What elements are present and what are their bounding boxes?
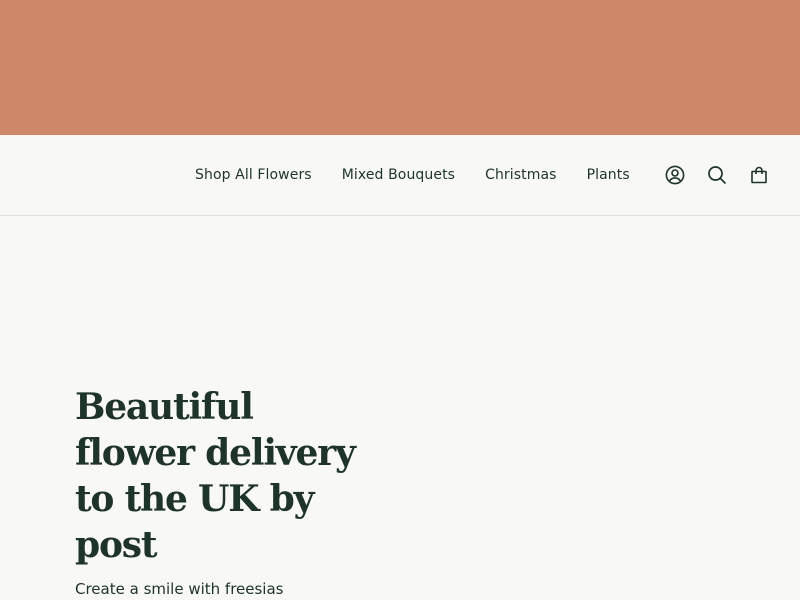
hero-title: Beautiful flower delivery to the UK by p… (75, 386, 356, 566)
nav-christmas[interactable]: Christmas (485, 167, 557, 183)
account-button[interactable] (660, 160, 690, 190)
nav-mixed-bouquets[interactable]: Mixed Bouquets (342, 167, 455, 183)
nav-plants[interactable]: Plants (587, 167, 630, 183)
header-icons (660, 135, 774, 215)
top-banner (0, 0, 800, 135)
site-header: Shop All Flowers Mixed Bouquets Christma… (0, 135, 800, 216)
cart-icon (751, 166, 767, 184)
main-nav: Shop All Flowers Mixed Bouquets Christma… (195, 135, 630, 215)
account-icon (665, 165, 685, 185)
search-icon (708, 166, 726, 184)
hero-section: Beautiful flower delivery to the UK by p… (75, 384, 375, 600)
hero-subtitle: Create a smile with freesias (75, 580, 284, 598)
cart-button[interactable] (744, 160, 774, 190)
nav-shop-all-flowers[interactable]: Shop All Flowers (195, 167, 312, 183)
search-button[interactable] (702, 160, 732, 190)
